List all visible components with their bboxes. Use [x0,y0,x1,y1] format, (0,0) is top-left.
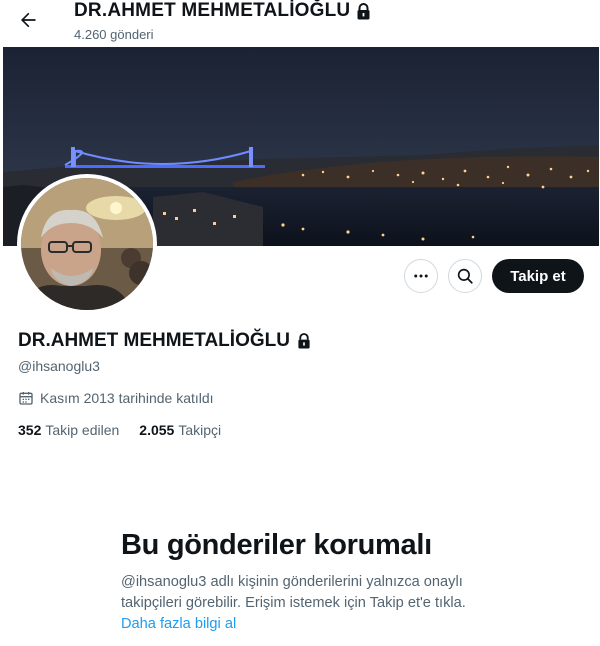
post-count: 4.260 gönderi [74,27,154,42]
join-date-text: Kasım 2013 tarihinde katıldı [40,390,214,406]
header-title: DR.AHMET MEHMETALİOĞLU [74,0,371,22]
join-date: Kasım 2013 tarihinde katıldı [18,390,214,406]
profile-handle: @ihsanoglu3 [18,358,100,374]
avatar-photo [21,178,153,310]
lock-icon [357,2,370,19]
following-label: Takip edilen [45,422,120,438]
more-button[interactable] [404,259,438,293]
header-name: DR.AHMET MEHMETALİOĞLU [74,0,351,21]
protected-body: @ihsanoglu3 adlı kişinin gönderilerini y… [121,574,466,611]
search-button[interactable] [448,259,482,293]
learn-more-link[interactable]: Daha fazla bilgi al [121,616,236,632]
followers-label: Takipçi [178,422,222,438]
more-horizontal-icon [414,274,428,278]
followers-count: 2.055 [139,422,175,438]
following-link[interactable]: 352 Takip edilen [18,422,119,438]
lock-icon [298,333,310,349]
follow-button[interactable]: Takip et [492,259,584,293]
back-button[interactable] [8,2,48,38]
profile-name: DR.AHMET MEHMETALİOĞLU [18,330,311,352]
following-count: 352 [18,422,42,438]
follow-stats: 352 Takip edilen 2.055 Takipçi [18,422,221,438]
protected-message: @ihsanoglu3 adlı kişinin gönderilerini y… [121,572,491,635]
calendar-icon [19,392,33,405]
profile-name-text: DR.AHMET MEHMETALİOĞLU [18,330,290,351]
protected-title: Bu gönderiler korumalı [121,529,432,561]
arrow-left-icon [21,12,36,28]
search-icon [457,268,473,284]
followers-link[interactable]: 2.055 Takipçi [139,422,221,438]
avatar[interactable] [17,174,157,314]
